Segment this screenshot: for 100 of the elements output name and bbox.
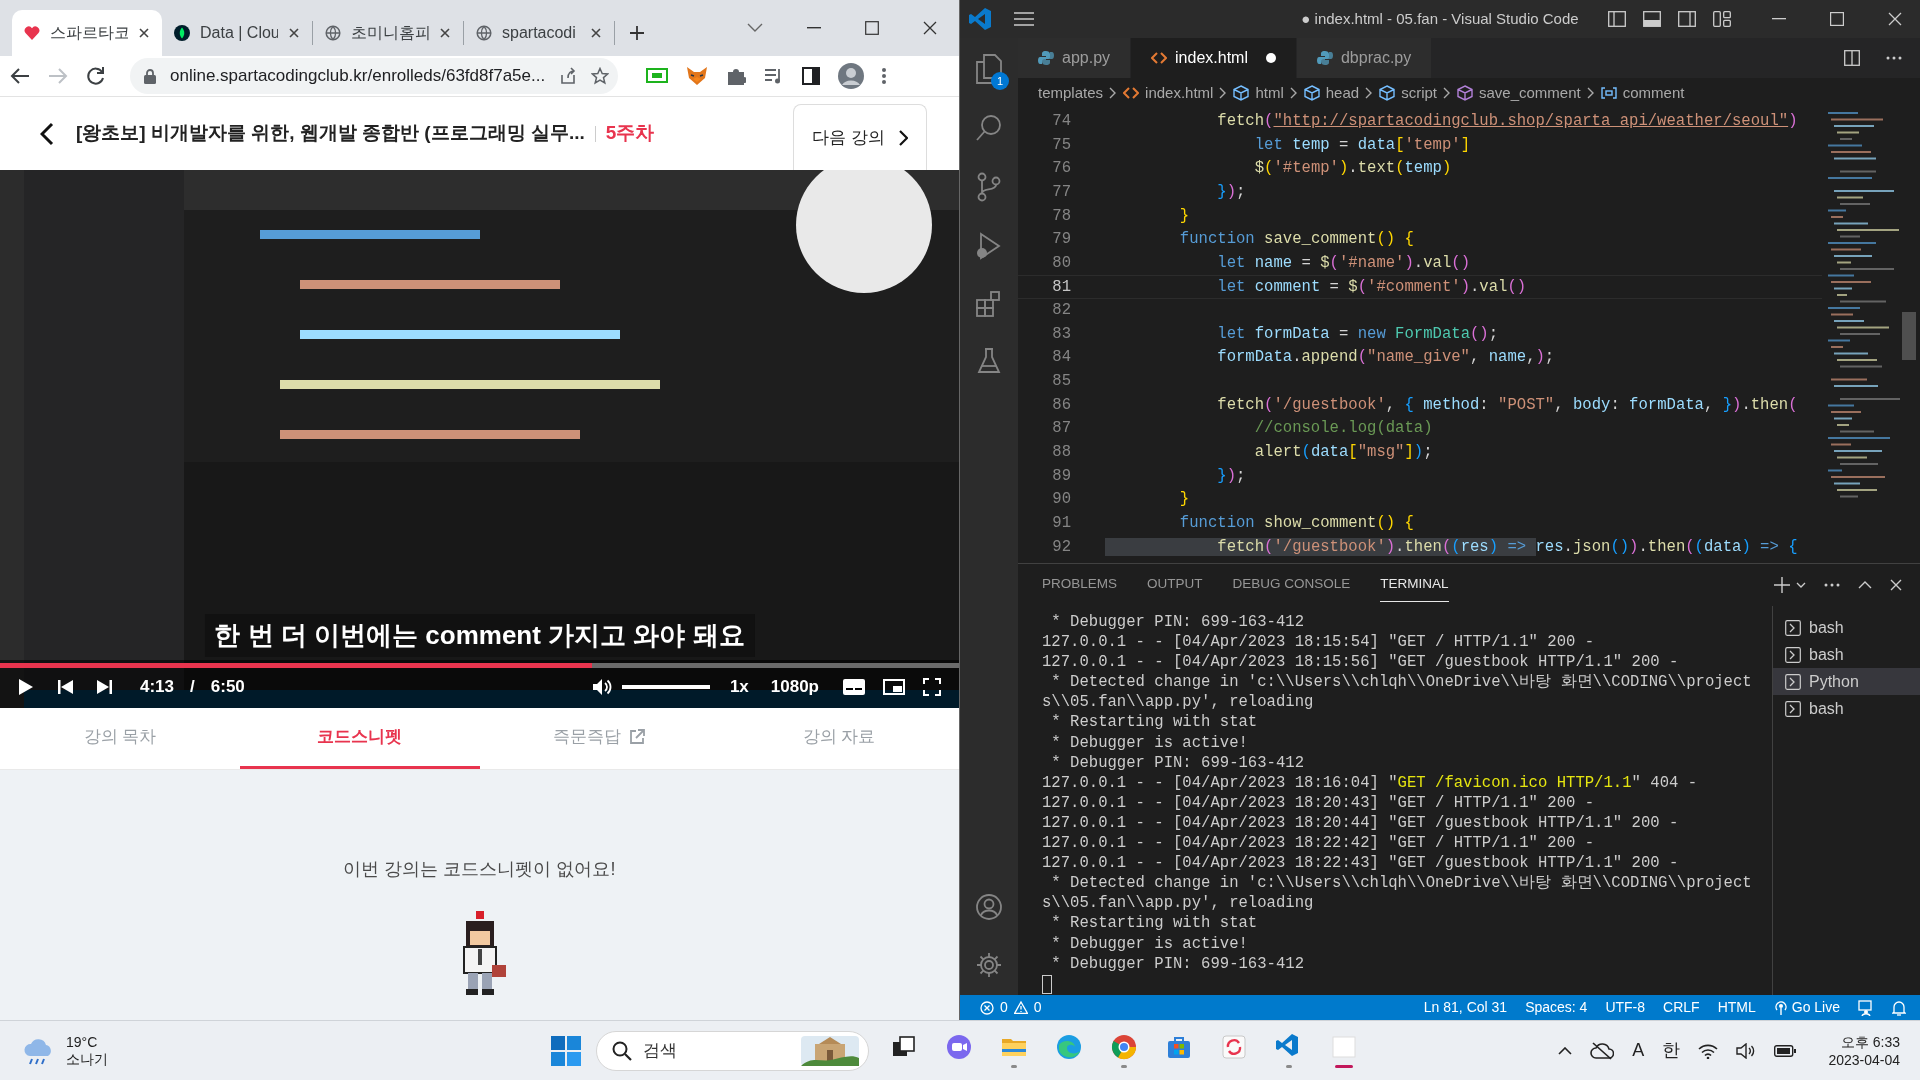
panel-tab[interactable]: OUTPUT — [1147, 568, 1203, 602]
close-icon[interactable] — [288, 27, 300, 39]
editor-tab[interactable]: app.py — [1018, 38, 1132, 78]
source-control-icon[interactable] — [976, 172, 1002, 202]
scrollbar-thumb[interactable] — [1902, 312, 1916, 360]
menu-icon[interactable] — [1014, 12, 1034, 26]
browser-tab[interactable]: 스파르타코 — [12, 10, 162, 56]
maximize-icon[interactable] — [865, 21, 879, 35]
editor-tab[interactable]: index.html — [1131, 38, 1297, 78]
next-lecture-button[interactable]: 다음 강의 — [793, 104, 927, 170]
close-icon[interactable] — [923, 21, 937, 35]
extension-icon[interactable] — [646, 67, 668, 85]
extensions-icon[interactable] — [975, 290, 1003, 318]
editor-tab[interactable]: dbprac.py — [1296, 38, 1433, 78]
files-icon[interactable] — [975, 54, 1003, 84]
flask-icon[interactable] — [977, 348, 1001, 374]
chat-icon[interactable] — [945, 1033, 973, 1061]
status-item[interactable]: Ln 81, Col 31 — [1423, 997, 1508, 1018]
speed-label[interactable]: 1x — [729, 674, 749, 700]
input-mode-indicator[interactable]: A — [1632, 1037, 1645, 1064]
play-icon[interactable] — [18, 678, 34, 696]
battery-icon[interactable] — [1774, 1044, 1797, 1057]
fox-icon[interactable] — [686, 66, 708, 86]
edge-icon[interactable] — [1055, 1033, 1083, 1061]
panel-tab[interactable]: PROBLEMS — [1042, 568, 1118, 602]
menu-icon[interactable] — [882, 67, 886, 85]
terminal-item[interactable]: bash — [1773, 641, 1920, 668]
minimize-icon[interactable] — [807, 27, 821, 29]
close-icon[interactable] — [590, 27, 602, 39]
breadcrumb-item[interactable]: save_comment — [1479, 81, 1581, 105]
browser-tab[interactable]: 초미니홈피 — [313, 10, 463, 56]
browser-tab[interactable]: Data | Clou — [162, 10, 312, 56]
bell-icon[interactable] — [1892, 999, 1906, 1016]
clock-time[interactable]: 오후 6:33 — [1840, 1032, 1900, 1051]
chevron-up-icon[interactable] — [1558, 1046, 1573, 1055]
puzzle-icon[interactable] — [726, 66, 746, 86]
reload-icon[interactable] — [86, 66, 106, 86]
back-chevron-icon[interactable] — [40, 121, 54, 146]
layout-grid-icon[interactable] — [1713, 11, 1731, 27]
wifi-icon[interactable] — [1698, 1042, 1719, 1059]
clock-date[interactable]: 2023-04-04 — [1828, 1050, 1900, 1069]
error-count[interactable]: 0 — [1000, 997, 1008, 1018]
more-icon[interactable] — [1824, 583, 1840, 587]
account-icon[interactable] — [975, 893, 1003, 921]
warning-count[interactable]: 0 — [1033, 997, 1042, 1018]
previous-icon[interactable] — [58, 679, 74, 695]
terminal-item[interactable]: Python — [1773, 668, 1920, 695]
search-icon[interactable] — [975, 114, 1003, 142]
breadcrumb-item[interactable]: templates — [1038, 81, 1104, 105]
secondary-sidebar-icon[interactable] — [1678, 11, 1696, 27]
breadcrumb-item[interactable]: script — [1401, 81, 1437, 105]
run-debug-icon[interactable] — [975, 232, 1003, 260]
go-live-button[interactable]: Go Live — [1773, 997, 1840, 1018]
status-item[interactable]: Spaces: 4 — [1525, 997, 1588, 1018]
warning-icon[interactable] — [1013, 1001, 1028, 1014]
settings-icon[interactable] — [975, 951, 1003, 979]
fullscreen-icon[interactable] — [923, 678, 941, 696]
split-editor-icon[interactable] — [1844, 50, 1860, 66]
share-icon[interactable] — [559, 67, 578, 85]
avatar-icon[interactable] — [838, 63, 864, 89]
line-number: 88 — [1051, 441, 1071, 463]
cloud-off-icon[interactable] — [1590, 1041, 1615, 1060]
browser-tab[interactable]: spartacodi — [464, 10, 614, 56]
back-icon[interactable] — [10, 66, 30, 86]
windows-logo[interactable] — [551, 1035, 581, 1066]
chrome-icon[interactable] — [1110, 1033, 1138, 1061]
status-item[interactable]: HTML — [1717, 997, 1756, 1018]
status-item[interactable]: CRLF — [1663, 997, 1700, 1018]
language-indicator[interactable]: 한 — [1662, 1037, 1681, 1064]
more-icon[interactable] — [1886, 56, 1902, 60]
error-icon[interactable] — [980, 1000, 994, 1015]
quality-label[interactable]: 1080p — [770, 674, 819, 700]
address-bar[interactable]: online.spartacodingclub.kr/enrolleds/63fd8f7a5e... — [130, 58, 618, 94]
volume-icon[interactable] — [591, 678, 612, 696]
close-icon[interactable] — [439, 27, 451, 39]
terminal-item[interactable]: bash — [1773, 695, 1920, 722]
feedback-icon[interactable] — [1858, 999, 1874, 1016]
breadcrumb-item[interactable]: html — [1255, 81, 1284, 105]
panel-tab[interactable]: DEBUG CONSOLE — [1232, 568, 1351, 602]
plus-icon[interactable] — [629, 25, 645, 41]
volume-slider[interactable] — [621, 685, 710, 689]
breadcrumb-item[interactable]: head — [1325, 81, 1360, 105]
speaker-icon[interactable] — [1736, 1042, 1757, 1059]
chevron-right-icon — [1586, 87, 1595, 99]
next-icon[interactable] — [96, 679, 112, 695]
breadcrumb-item[interactable]: comment — [1622, 81, 1685, 105]
close-icon[interactable] — [138, 27, 150, 39]
minimize-icon[interactable] — [1772, 18, 1786, 20]
subtitles-icon[interactable] — [843, 679, 865, 695]
terminal-item[interactable]: bash — [1773, 614, 1920, 641]
breadcrumb-item[interactable]: index.html — [1145, 81, 1214, 105]
star-icon[interactable] — [591, 67, 610, 85]
panel-tab[interactable]: TERMINAL — [1380, 568, 1449, 602]
status-item[interactable]: UTF-8 — [1605, 997, 1646, 1018]
sync-icon[interactable] — [1220, 1033, 1248, 1061]
chevron-right-icon — [1443, 87, 1451, 99]
side-panel-icon[interactable] — [802, 67, 820, 85]
picture-in-picture-icon[interactable] — [883, 679, 905, 695]
panel-layout-icon[interactable] — [1643, 11, 1661, 27]
sidebar-layout-icon[interactable] — [1608, 11, 1626, 27]
